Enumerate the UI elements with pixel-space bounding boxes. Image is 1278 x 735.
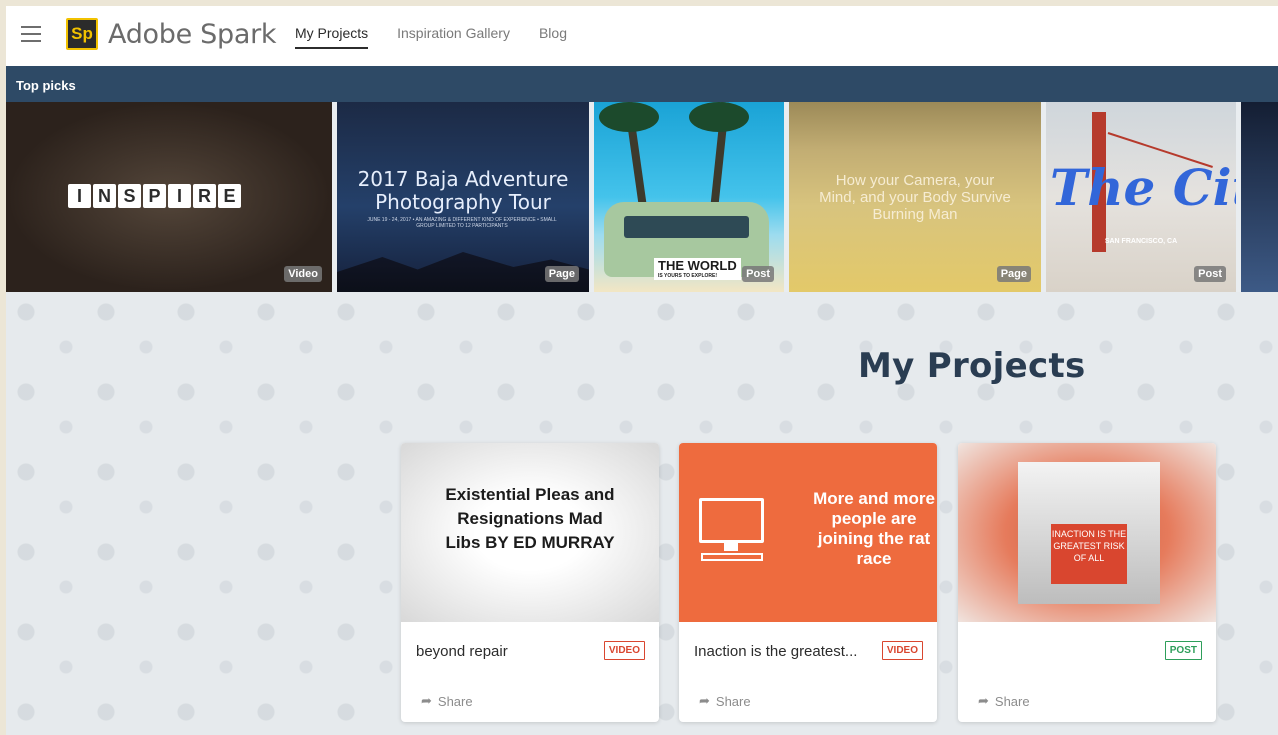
- inspire-letter-tile: R: [193, 184, 216, 208]
- keyboard-icon: [701, 553, 763, 561]
- top-pick-tile-world[interactable]: THE WORLD IS YOURS TO EXPLORE! Post: [594, 102, 784, 292]
- main-nav: My Projects Inspiration Gallery Blog: [295, 25, 567, 49]
- inspire-letter-tile: S: [118, 184, 141, 208]
- share-button[interactable]: ➦ Share: [421, 693, 473, 709]
- tile-subtitle: SAN FRANCISCO, CA: [1104, 238, 1178, 245]
- type-badge: Post: [742, 266, 774, 282]
- thumbnail-text: INACTION IS THE GREATEST RISK OF ALL: [1051, 524, 1127, 584]
- inspire-letter-tile: I: [168, 184, 191, 208]
- monitor-stand: [724, 543, 738, 551]
- page-title: My Projects: [858, 346, 1086, 386]
- project-name: beyond repair: [416, 643, 508, 660]
- tile-title: The City: [1050, 158, 1236, 217]
- project-thumbnail[interactable]: INACTION IS THE GREATEST RISK OF ALL: [958, 443, 1216, 622]
- project-type-badge: VIDEO: [603, 641, 645, 660]
- palm-leaves: [599, 102, 659, 132]
- tile-title: How your Camera, your Mind, and your Bod…: [819, 172, 1011, 223]
- share-button[interactable]: ➦ Share: [699, 693, 751, 709]
- share-label: Share: [715, 693, 751, 709]
- share-arrow-icon: ➦: [699, 693, 710, 708]
- inspire-letter-tile: E: [218, 184, 241, 208]
- top-picks-header: Top picks: [6, 66, 1278, 102]
- inspire-letter-tile: P: [143, 184, 166, 208]
- tile-title: 2017 Baja Adventure Photography Tour: [357, 167, 569, 214]
- inspire-letter-tile: N: [93, 184, 116, 208]
- top-pick-tile-burning-man[interactable]: How your Camera, your Mind, and your Bod…: [789, 102, 1041, 292]
- thumbnail-photo: INACTION IS THE GREATEST RISK OF ALL: [1018, 462, 1160, 604]
- thumbnail-text: More and more people are joining the rat…: [813, 489, 935, 568]
- top-nav-bar: Sp Adobe Spark My Projects Inspiration G…: [6, 6, 1278, 66]
- app-frame: Sp Adobe Spark My Projects Inspiration G…: [6, 6, 1278, 735]
- project-thumbnail[interactable]: More and more people are joining the rat…: [679, 443, 937, 622]
- inspire-letters: INSPIRE: [68, 184, 241, 208]
- project-thumbnail[interactable]: Existential Pleas and Resignations Mad L…: [401, 443, 659, 622]
- share-arrow-icon: ➦: [978, 693, 989, 708]
- top-pick-tile-inspire[interactable]: INSPIRE Video: [6, 102, 332, 292]
- brand-name[interactable]: Adobe Spark: [108, 19, 277, 50]
- project-card[interactable]: Existential Pleas and Resignations Mad L…: [401, 443, 659, 722]
- type-badge: Post: [1194, 266, 1226, 282]
- type-badge: Video: [284, 266, 322, 282]
- top-pick-tile-baja[interactable]: 2017 Baja Adventure Photography Tour JUN…: [337, 102, 589, 292]
- project-type-badge: VIDEO: [881, 641, 923, 660]
- type-badge: Page: [544, 266, 579, 282]
- project-card[interactable]: INACTION IS THE GREATEST RISK OF ALL POS…: [958, 443, 1216, 722]
- project-type-badge: POST: [1164, 641, 1202, 660]
- palm-leaves: [689, 102, 749, 132]
- type-badge: Page: [996, 266, 1031, 282]
- share-label: Share: [437, 693, 473, 709]
- share-arrow-icon: ➦: [421, 693, 432, 708]
- hamburger-menu-icon[interactable]: [21, 26, 41, 42]
- nav-blog[interactable]: Blog: [539, 25, 567, 49]
- tile-title: THE WORLD IS YOURS TO EXPLORE!: [654, 258, 741, 280]
- thumbnail-text: Existential Pleas and Resignations Mad L…: [445, 485, 615, 552]
- computer-monitor-icon: [699, 498, 764, 543]
- share-label: Share: [994, 693, 1030, 709]
- top-picks-strip: INSPIRE Video 2017 Baja Adventure Photog…: [6, 102, 1278, 292]
- project-name: Inaction is the greatest...: [694, 643, 858, 660]
- top-pick-tile-the-city[interactable]: The City SAN FRANCISCO, CA Post: [1046, 102, 1236, 292]
- project-card[interactable]: More and more people are joining the rat…: [679, 443, 937, 722]
- spark-logo[interactable]: Sp: [66, 18, 98, 50]
- nav-my-projects[interactable]: My Projects: [295, 25, 369, 49]
- nav-inspiration-gallery[interactable]: Inspiration Gallery: [397, 25, 510, 49]
- inspire-letter-tile: I: [68, 184, 91, 208]
- tile-subtitle: JUNE 19 - 24, 2017 • AN AMAZING & DIFFER…: [367, 217, 557, 229]
- share-button[interactable]: ➦ Share: [978, 693, 1030, 709]
- top-pick-tile-partial[interactable]: [1241, 102, 1278, 292]
